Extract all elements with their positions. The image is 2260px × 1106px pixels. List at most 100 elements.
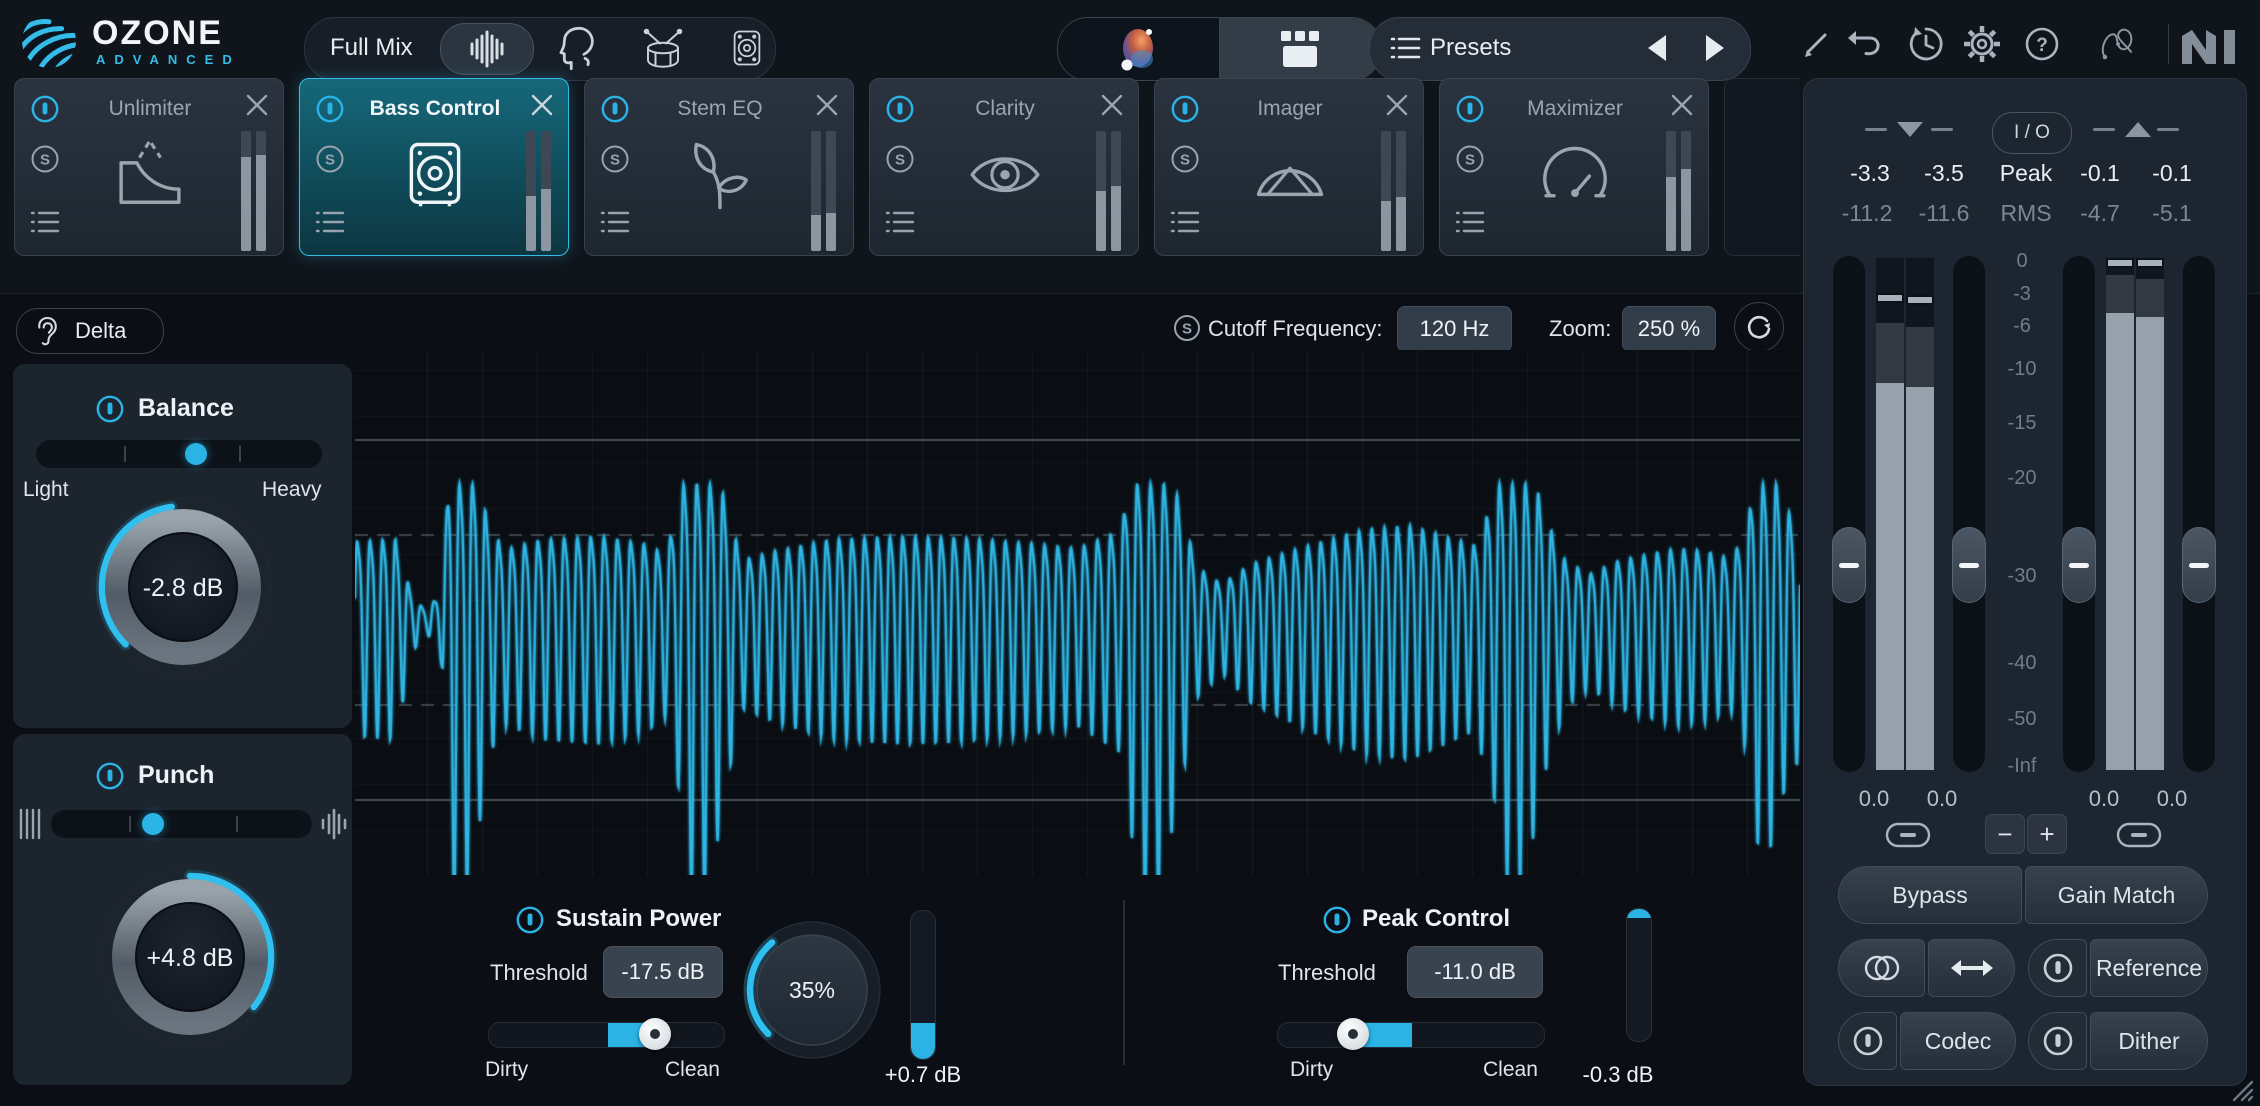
punch-knob[interactable]: +4.8 dB [95, 862, 285, 1057]
edit-pencil-icon[interactable] [1796, 24, 1836, 64]
reference-button[interactable]: Reference [2090, 939, 2208, 997]
module-meter [1111, 131, 1121, 251]
solo-icon[interactable]: S [1455, 144, 1485, 179]
dither-button[interactable]: Dither [2090, 1012, 2208, 1070]
delta-button[interactable]: Delta [16, 308, 164, 354]
module-tab-clarity[interactable]: Clarity S [869, 78, 1139, 256]
gain-fader-track[interactable] [2063, 256, 2095, 772]
sustain-power-icon[interactable] [515, 905, 545, 940]
solo-icon[interactable]: S [315, 144, 345, 179]
gain-fader-handle[interactable] [1832, 527, 1866, 603]
close-icon[interactable] [245, 93, 269, 117]
close-icon[interactable] [1100, 93, 1124, 117]
output-meter-collapse-icon[interactable] [2125, 122, 2151, 137]
meter-scale-label: -10 [1990, 358, 2054, 381]
width-arrows-icon [1949, 956, 1995, 980]
close-icon[interactable] [530, 93, 554, 117]
bypass-button[interactable]: Bypass [1838, 866, 2022, 924]
module-tab-maximizer[interactable]: Maximizer S [1439, 78, 1709, 256]
balance-slider[interactable] [36, 440, 322, 468]
resize-grip[interactable] [2228, 1078, 2254, 1106]
input-gain-left[interactable]: 0.0 [1842, 786, 1906, 812]
module-menu-icon[interactable] [600, 209, 630, 240]
peak-min-label: Dirty [1290, 1058, 1333, 1082]
history-icon[interactable] [1906, 24, 1946, 64]
solo-icon[interactable]: S [885, 144, 915, 179]
output-gain-right[interactable]: 0.0 [2140, 786, 2204, 812]
gain-fader-track[interactable] [1833, 256, 1865, 772]
gain-fader-handle[interactable] [2062, 527, 2096, 603]
module-menu-icon[interactable] [1455, 209, 1485, 240]
module-menu-icon[interactable] [885, 209, 915, 240]
solo-icon[interactable]: S [1170, 144, 1200, 179]
module-slot-empty[interactable] [1724, 78, 1800, 256]
input-meter-collapse-dash [1865, 128, 1887, 131]
balance-slider-handle[interactable] [185, 443, 207, 465]
peak-threshold-value[interactable]: -11.0 dB [1407, 946, 1543, 998]
help-icon[interactable]: ? [2022, 24, 2062, 64]
module-tab-stem-eq[interactable]: Stem EQ S [584, 78, 854, 256]
peak-control-power-icon[interactable] [1322, 905, 1352, 940]
solo-icon[interactable]: S [30, 144, 60, 179]
module-chain: Unlimiter S Bass Control S Stem EQ S Cla… [0, 0, 1800, 293]
output-meter-collapse-dash [2157, 128, 2179, 131]
zoom-value[interactable]: 250 % [1622, 306, 1716, 352]
module-meter [526, 131, 536, 251]
module-tab-imager[interactable]: Imager S [1154, 78, 1424, 256]
meter-zoom-in-button[interactable]: + [2027, 814, 2067, 854]
module-menu-icon[interactable] [30, 209, 60, 240]
punch-slider[interactable] [51, 810, 312, 838]
input-gain-right[interactable]: 0.0 [1910, 786, 1974, 812]
sustain-slider[interactable] [488, 1022, 725, 1048]
solo-icon[interactable]: S [600, 144, 630, 179]
settings-gear-icon[interactable] [1962, 24, 2002, 64]
cutoff-frequency-value[interactable]: 120 Hz [1397, 306, 1512, 352]
module-menu-icon[interactable] [1170, 209, 1200, 240]
stereo-width-button[interactable] [1928, 939, 2015, 997]
sustain-threshold-value[interactable]: -17.5 dB [603, 946, 723, 998]
io-button[interactable]: I / O [1992, 112, 2072, 154]
input-rms-left: -11.2 [1831, 200, 1903, 227]
close-icon[interactable] [1670, 93, 1694, 117]
output-channel-link-icon[interactable] [2116, 822, 2162, 853]
sustain-gain-value: +0.7 dB [870, 1062, 976, 1088]
threshold-slider-handle[interactable] [639, 1018, 671, 1050]
input-meter-collapse-icon[interactable] [1897, 122, 1923, 137]
close-icon[interactable] [1385, 93, 1409, 117]
svg-text:35%: 35% [789, 977, 835, 1003]
input-peak-right: -3.5 [1912, 160, 1976, 187]
close-icon[interactable] [815, 93, 839, 117]
gain-match-button[interactable]: Gain Match [2025, 866, 2208, 924]
module-meter [1396, 131, 1406, 251]
output-gain-left[interactable]: 0.0 [2072, 786, 2136, 812]
punch-slider-handle[interactable] [142, 813, 164, 835]
codec-power-icon[interactable] [1838, 1012, 1897, 1070]
peak-slider[interactable] [1277, 1022, 1545, 1048]
svg-text:S: S [895, 152, 905, 169]
cutoff-solo-icon[interactable]: S [1173, 314, 1201, 347]
loop-refresh-button[interactable] [1734, 302, 1784, 352]
module-tab-unlimiter[interactable]: Unlimiter S [14, 78, 284, 256]
gain-fader-track[interactable] [2183, 256, 2215, 772]
reference-power-icon[interactable] [2028, 939, 2087, 997]
gain-fader-handle[interactable] [1952, 527, 1986, 603]
meter-zoom-out-button[interactable]: − [1985, 814, 2025, 854]
gain-fader-handle[interactable] [2182, 527, 2216, 603]
module-tab-bass-control[interactable]: Bass Control S [299, 78, 569, 256]
codec-button[interactable]: Codec [1900, 1012, 2016, 1070]
punch-power-icon[interactable] [95, 761, 125, 796]
sustain-amount-knob[interactable]: 35% [737, 915, 887, 1070]
module-menu-icon[interactable] [315, 209, 345, 240]
clarity-icon [963, 134, 1047, 223]
undo-icon[interactable] [1844, 24, 1884, 64]
bass-waveform-display[interactable] [355, 350, 1800, 875]
cutoff-frequency-label: Cutoff Frequency: [1208, 316, 1382, 342]
input-channel-link-icon[interactable] [1885, 822, 1931, 853]
balance-power-icon[interactable] [95, 394, 125, 429]
peak-threshold-label: Threshold [1278, 960, 1376, 986]
dither-power-icon[interactable] [2028, 1012, 2087, 1070]
threshold-slider-handle[interactable] [1337, 1018, 1369, 1050]
stereo-mode-button[interactable] [1838, 939, 1925, 997]
balance-knob[interactable]: -2.8 dB [88, 492, 278, 687]
gain-fader-track[interactable] [1953, 256, 1985, 772]
